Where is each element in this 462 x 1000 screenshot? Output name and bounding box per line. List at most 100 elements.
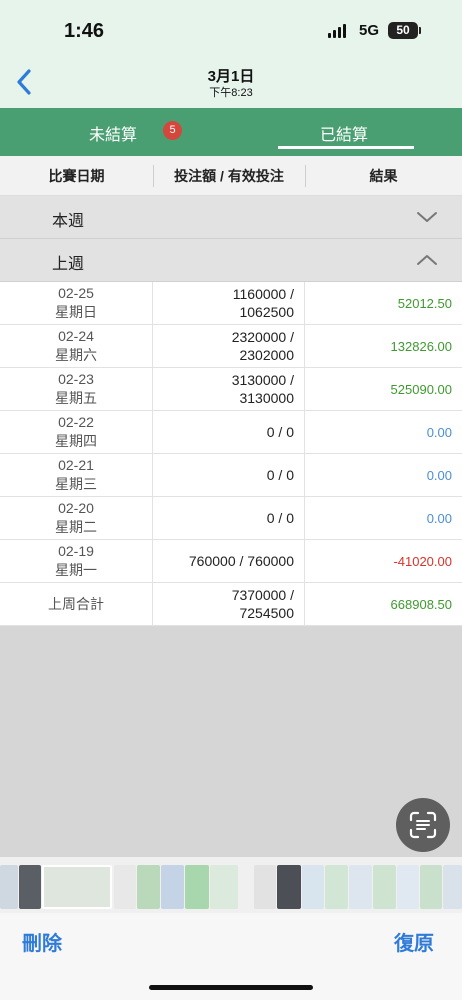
section-label: 上週	[52, 256, 85, 273]
header-date: 比賽日期	[48, 168, 105, 184]
photo-thumbnail[interactable]	[277, 865, 301, 909]
restore-button[interactable]: 復原	[394, 927, 434, 956]
nav-time: 下午8:23	[209, 87, 253, 99]
table-row: 02-25 星期日 1160000 / 1062500 52012.50	[0, 282, 462, 325]
table-row: 02-19 星期一 760000 / 760000 -41020.00	[0, 540, 462, 583]
weekday: 星期四	[55, 433, 97, 449]
date-cell: 02-23 星期五	[0, 368, 153, 410]
table-row: 02-21 星期三 0 / 0 0.00	[0, 454, 462, 497]
bet-amount: 0 / 0	[266, 510, 294, 526]
live-text-scan-button[interactable]	[396, 798, 450, 852]
weekday: 星期一	[55, 562, 97, 578]
total-result-cell: 668908.50	[390, 596, 452, 612]
result-cell: 52012.50	[397, 295, 452, 311]
weekday: 星期六	[55, 347, 97, 363]
active-tab-indicator	[278, 146, 414, 149]
bet-amount: 0 / 0	[266, 424, 294, 440]
nav-date: 3月1日	[207, 68, 255, 85]
photo-thumbnail[interactable]	[210, 865, 238, 909]
bottom-toolbar: 刪除 復原	[0, 913, 462, 1000]
total-row: 上周合計 7370000 / 7254500 668908.50	[0, 583, 462, 626]
photo-thumbnail[interactable]	[161, 865, 184, 909]
effective-bet: 2302000	[239, 347, 294, 363]
status-bar: 1:46 5G 50	[0, 0, 462, 58]
weekday: 星期二	[55, 519, 97, 535]
date-cell: 02-19 星期一	[0, 540, 153, 582]
photo-thumbnail-strip[interactable]	[0, 857, 462, 913]
date: 02-23	[58, 371, 94, 387]
bet-amount: 2320000 /	[231, 329, 294, 345]
status-time: 1:46	[64, 20, 105, 42]
section-this-week[interactable]: 本週	[0, 196, 462, 239]
date: 02-24	[58, 328, 94, 344]
photo-thumbnail[interactable]	[349, 865, 372, 909]
date: 02-25	[58, 285, 94, 301]
effective-bet: 3130000	[239, 390, 294, 406]
photo-thumbnail[interactable]	[0, 865, 18, 909]
bet-amount: 760000 / 760000	[188, 553, 294, 569]
results-table: 02-25 星期日 1160000 / 1062500 52012.50 02-24…	[0, 282, 462, 626]
photo-thumbnail[interactable]	[137, 865, 160, 909]
bet-cell: 0 / 0	[153, 497, 305, 539]
total-bet-amount: 7370000 /	[231, 587, 294, 603]
date: 02-22	[58, 414, 94, 430]
photo-thumbnail[interactable]	[114, 865, 136, 909]
home-indicator[interactable]	[149, 985, 313, 990]
photo-thumbnail[interactable]	[443, 865, 462, 909]
result-cell: 525090.00	[390, 381, 452, 397]
date-cell: 02-22 星期四	[0, 411, 153, 453]
table-row: 02-23 星期五 3130000 / 3130000 525090.00	[0, 368, 462, 411]
nav-header: 3月1日 下午8:23	[0, 58, 462, 108]
total-effective-bet: 7254500	[239, 605, 294, 621]
network-label: 5G	[359, 22, 380, 39]
effective-bet: 1062500	[239, 304, 294, 320]
weekday: 星期日	[55, 304, 97, 320]
date-cell: 02-21 星期三	[0, 454, 153, 496]
delete-button[interactable]: 刪除	[22, 927, 62, 956]
bet-amount: 0 / 0	[266, 467, 294, 483]
photo-thumbnail[interactable]	[325, 865, 348, 909]
bet-cell: 760000 / 760000	[153, 540, 305, 582]
date-cell: 02-25 星期日	[0, 282, 153, 324]
date: 02-21	[58, 457, 94, 473]
date-cell: 02-24 星期六	[0, 325, 153, 367]
photo-thumbnail[interactable]	[185, 865, 209, 909]
photo-thumbnail[interactable]	[397, 865, 419, 909]
result-cell: 0.00	[426, 424, 452, 440]
bet-cell: 1160000 / 1062500	[153, 282, 305, 324]
live-text-scan-icon	[409, 811, 437, 839]
signal-icon	[328, 24, 346, 38]
photo-thumbnail[interactable]	[254, 865, 276, 909]
table-row: 02-20 星期二 0 / 0 0.00	[0, 497, 462, 540]
bet-amount: 3130000 /	[231, 372, 294, 388]
total-label: 上周合計	[48, 595, 104, 612]
table-row: 02-22 星期四 0 / 0 0.00	[0, 411, 462, 454]
chevron-up-icon	[417, 255, 437, 265]
photo-thumbnail[interactable]	[302, 865, 324, 909]
result-cell: 0.00	[426, 467, 452, 483]
unsettled-count-badge: 5	[163, 121, 182, 140]
total-label-cell: 上周合計	[0, 583, 153, 625]
date: 02-20	[58, 500, 94, 516]
photo-thumbnail-selected[interactable]	[42, 865, 112, 909]
tab-settled[interactable]: 已結算	[320, 121, 368, 145]
header-result: 結果	[369, 168, 398, 184]
total-bet-cell: 7370000 / 7254500	[153, 583, 305, 625]
section-label: 本週	[52, 213, 85, 230]
photo-thumbnail[interactable]	[373, 865, 396, 909]
bet-cell: 0 / 0	[153, 411, 305, 453]
bet-cell: 2320000 / 2302000	[153, 325, 305, 367]
tab-unsettled[interactable]: 未結算	[89, 121, 137, 145]
section-last-week[interactable]: 上週	[0, 239, 462, 282]
photo-thumbnail[interactable]	[420, 865, 442, 909]
bet-cell: 0 / 0	[153, 454, 305, 496]
photo-thumbnail[interactable]	[19, 865, 41, 909]
result-cell: -41020.00	[393, 553, 452, 569]
table-row: 02-24 星期六 2320000 / 2302000 132826.00	[0, 325, 462, 368]
weekday: 星期三	[55, 476, 97, 492]
battery-cap	[419, 27, 421, 34]
date: 02-19	[58, 543, 94, 559]
chevron-down-icon	[417, 212, 437, 222]
result-cell: 0.00	[426, 510, 452, 526]
result-cell: 132826.00	[390, 338, 452, 354]
